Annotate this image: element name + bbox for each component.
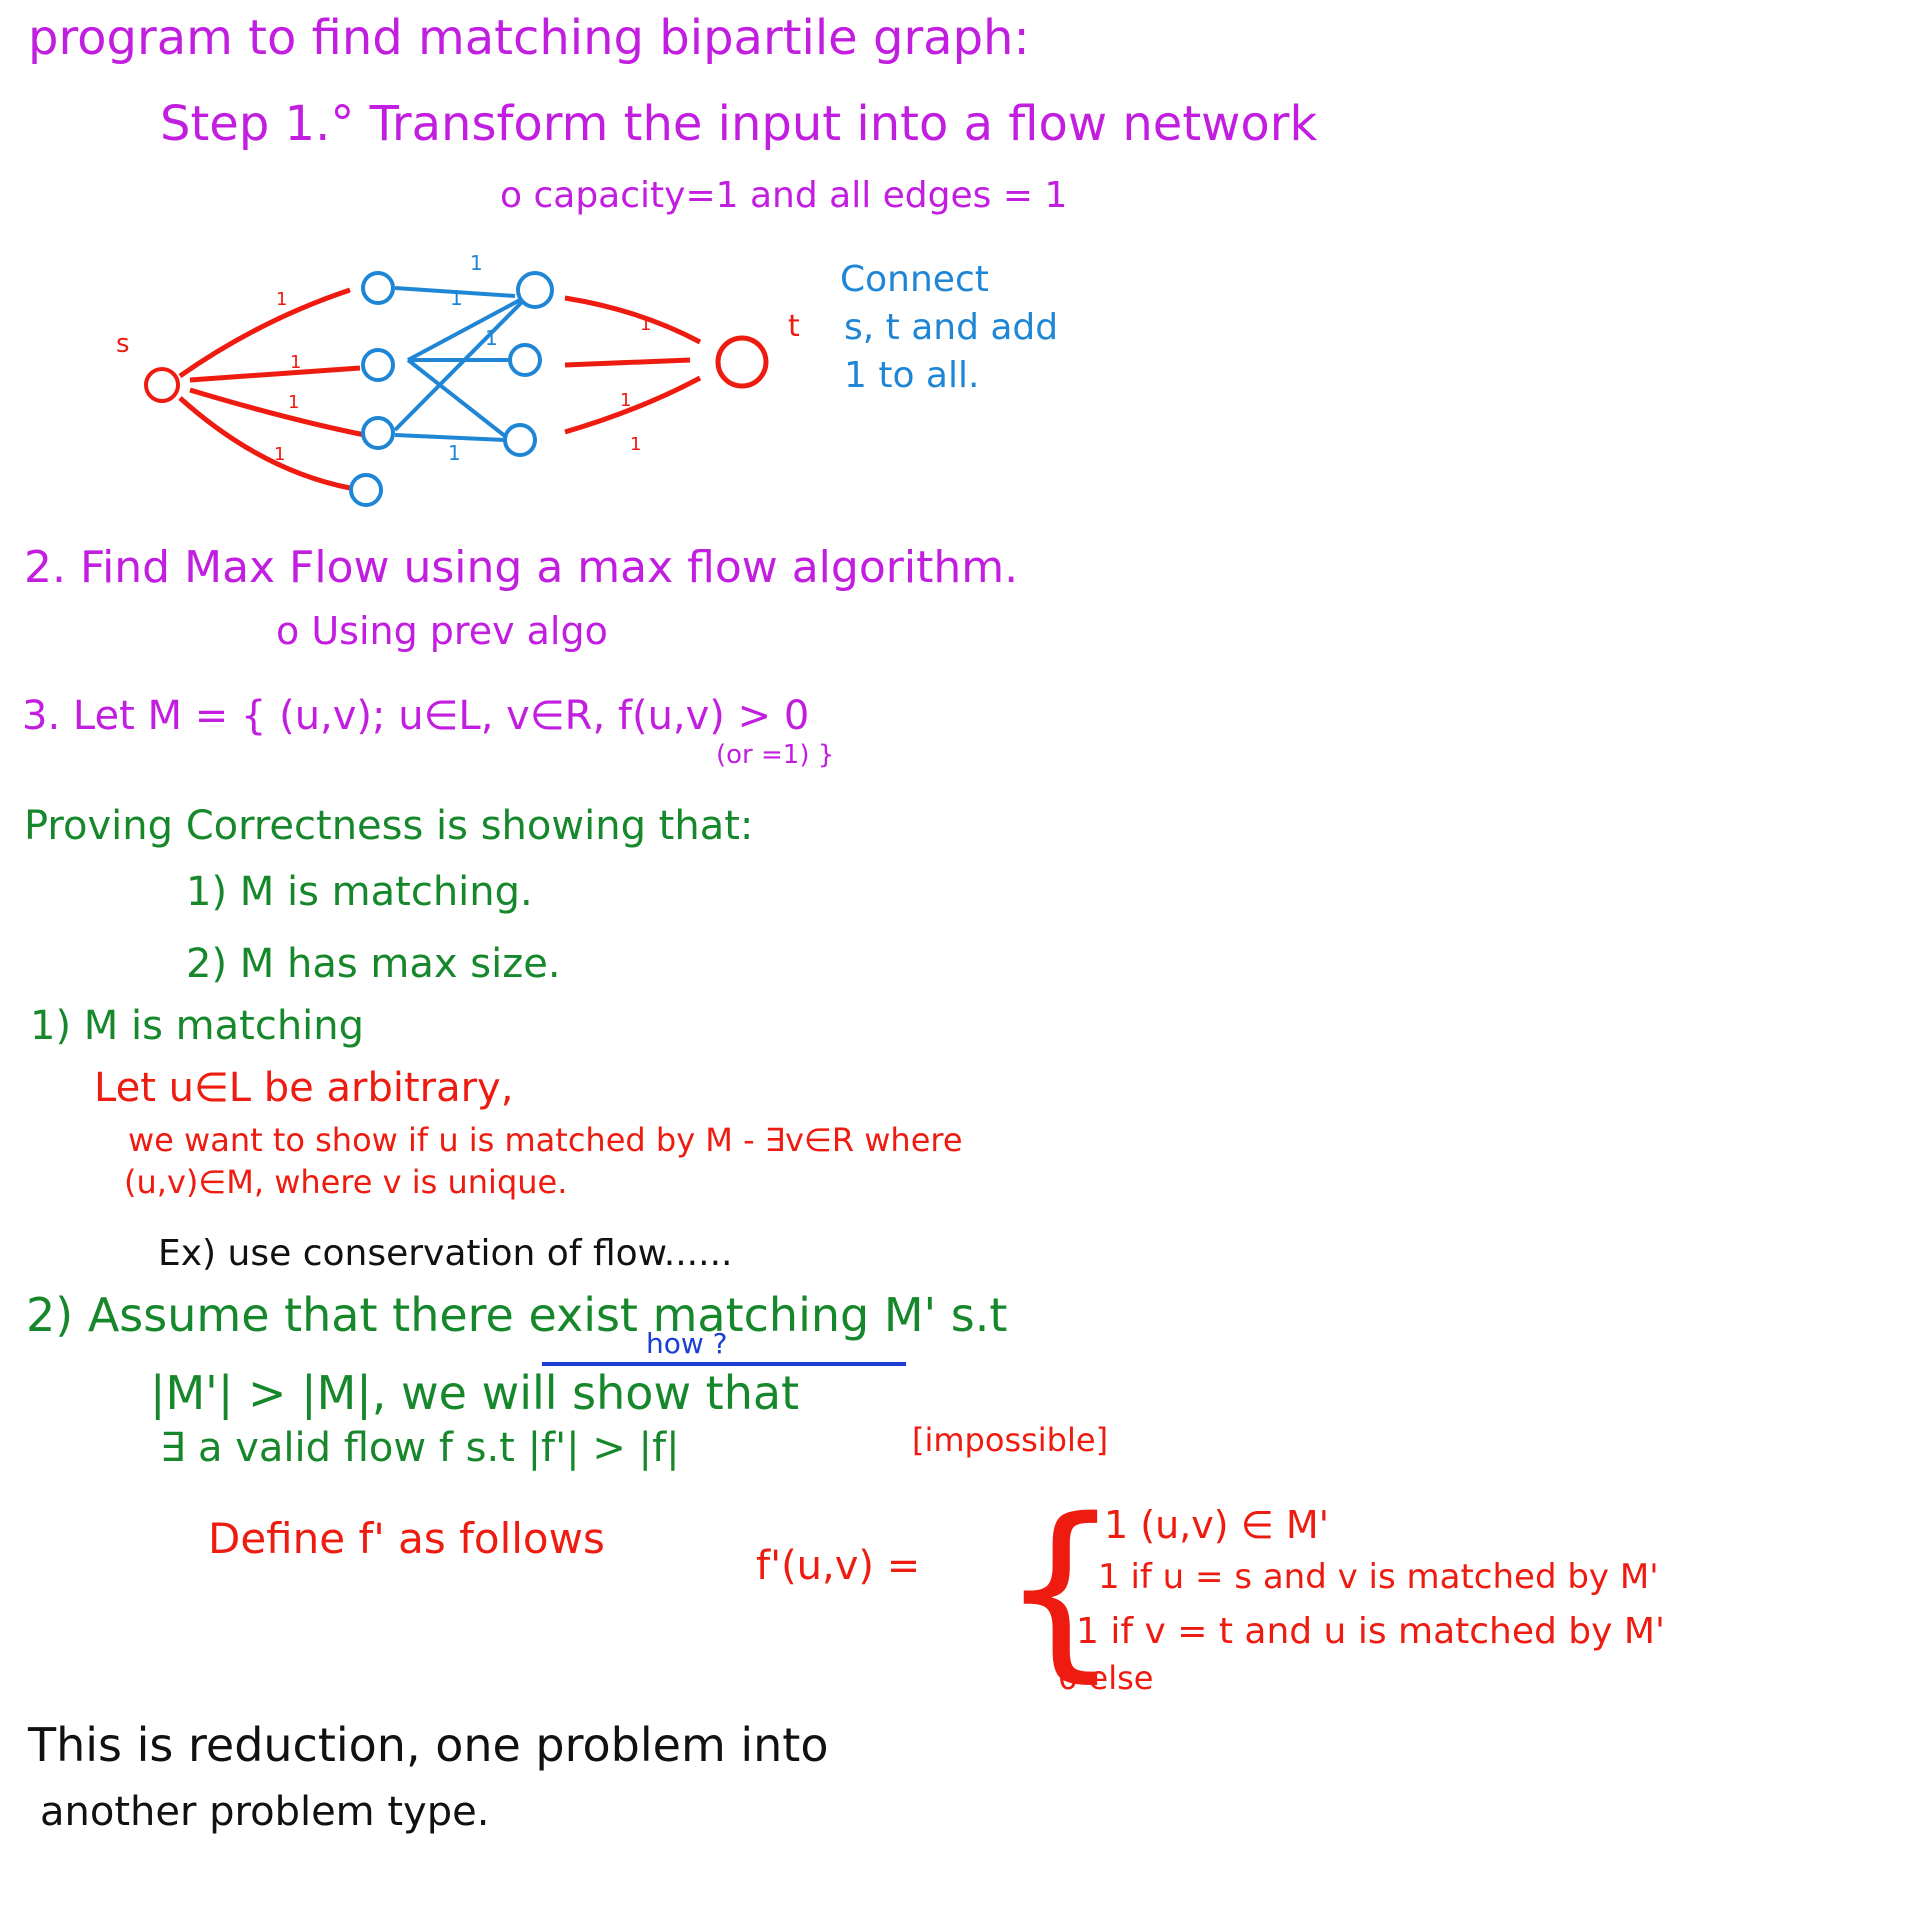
impossible-note: [impossible]	[912, 1421, 1109, 1459]
step3-definition: 3. Let M = { (u,v); u∈L, v∈R, f(u,v) > 0	[22, 693, 810, 739]
left-node	[361, 271, 395, 305]
capacity-label: 1	[448, 441, 461, 465]
edge-l3-r3	[394, 433, 506, 442]
sink-node	[715, 335, 769, 389]
step2-title: 2. Find Max Flow using a max flow algori…	[24, 542, 1019, 593]
part2-line2: |M'| > |M|, we will show that	[150, 1366, 800, 1420]
capacity-label: 1	[276, 289, 287, 310]
bipartite-edges	[393, 286, 524, 442]
edge-r2-t	[564, 357, 691, 368]
capacity-label: 1	[640, 314, 651, 335]
capacity-label: 1	[288, 392, 299, 413]
diagram-note-line: Connect	[840, 259, 989, 300]
part1-line3: (u,v)∈M, where v is unique.	[124, 1163, 568, 1201]
right-node	[508, 343, 542, 377]
part1-line2: we want to show if u is matched by M - ∃…	[128, 1121, 963, 1159]
diagram-note-line: 1 to all.	[844, 355, 980, 396]
definition-lhs: f'(u,v) =	[756, 1543, 921, 1589]
capacity-label: 1	[290, 352, 301, 373]
capacity-label: 1	[470, 251, 483, 275]
source-node	[144, 367, 180, 403]
definition-case: 1 (u,v) ∈ M'	[1104, 1503, 1330, 1547]
edge-s-l2	[189, 365, 361, 383]
source-label: s	[116, 329, 130, 359]
source-edges	[178, 287, 366, 491]
capacity-label: 1	[450, 286, 463, 310]
edge-r1-t	[564, 295, 702, 345]
edge-l2-r1	[407, 298, 521, 362]
step3-note: (or =1) }	[716, 740, 835, 770]
capacity-label: 1	[630, 434, 641, 455]
definition-case: 0 else	[1058, 1659, 1154, 1697]
left-node	[361, 348, 395, 382]
part1-line1: Let u∈L be arbitrary,	[94, 1065, 514, 1111]
part2-line3: ∃ a valid flow f s.t |f'| > |f|	[160, 1425, 680, 1471]
right-node	[516, 271, 554, 309]
part2-line1: 2) Assume that there exist matching M' s…	[26, 1288, 1008, 1342]
how-annotation: how ?	[646, 1327, 728, 1360]
sink-label: t	[788, 309, 800, 344]
diagram-note-line: s, t and add	[844, 307, 1059, 348]
left-node	[349, 473, 383, 507]
footer-line2: another problem type.	[40, 1789, 490, 1835]
right-nodes	[503, 271, 554, 457]
capacity-label: 1	[620, 390, 631, 411]
definition-lead: Define f' as follows	[208, 1514, 605, 1563]
proof-intro: Proving Correctness is showing that:	[24, 803, 754, 849]
capacity-label: 1	[485, 326, 498, 350]
definition-case: 1 if v = t and u is matched by M'	[1076, 1611, 1665, 1652]
edge-r3-t	[564, 375, 702, 435]
proof-item-2: 2) M has max size.	[186, 941, 561, 987]
proof-item-1: 1) M is matching.	[186, 869, 533, 915]
step2-subtitle: o Using prev algo	[276, 609, 608, 653]
capacity-label: 1	[274, 444, 285, 465]
part1-heading: 1) M is matching	[30, 1003, 365, 1049]
footer-line1: This is reduction, one problem into	[28, 1718, 829, 1772]
sink-edges	[564, 295, 702, 435]
definition-case: 1 if u = s and v is matched by M'	[1098, 1557, 1659, 1597]
left-nodes	[349, 271, 395, 507]
part1-line4: Ex) use conservation of flow......	[158, 1233, 733, 1274]
right-node	[503, 423, 537, 457]
edge-s-l1	[178, 287, 351, 379]
left-node	[361, 416, 395, 450]
notes-page: program to find matching bipartile graph…	[0, 0, 1920, 1920]
